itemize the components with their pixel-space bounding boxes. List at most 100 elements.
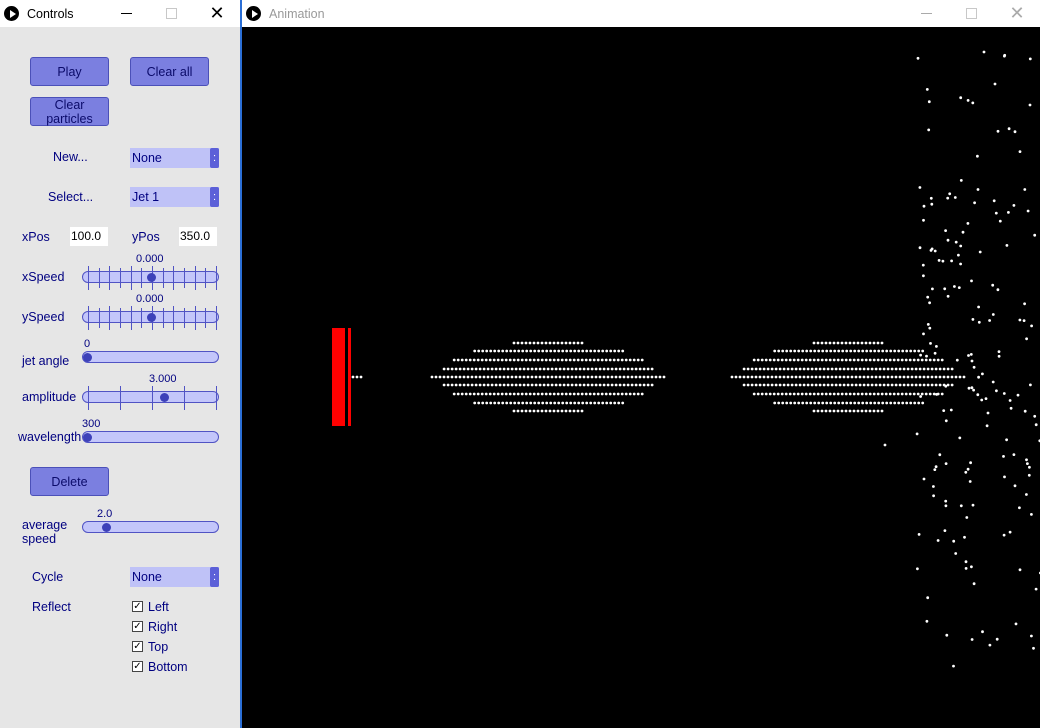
particle xyxy=(774,367,778,371)
particle xyxy=(584,358,588,362)
new-dropdown[interactable]: None : xyxy=(130,148,219,168)
particle xyxy=(485,349,489,353)
particle xyxy=(545,349,549,353)
particle xyxy=(466,375,470,379)
particle xyxy=(944,419,948,423)
minimize-icon[interactable] xyxy=(903,0,949,27)
clear-all-button[interactable]: Clear all xyxy=(130,57,209,86)
particle xyxy=(901,349,905,353)
particle xyxy=(626,367,630,371)
particle xyxy=(826,367,830,371)
particle xyxy=(522,367,526,371)
particle xyxy=(845,349,849,353)
particle xyxy=(841,401,845,405)
play-button[interactable]: Play xyxy=(30,57,109,86)
dropdown-handle-icon[interactable]: : xyxy=(210,567,219,587)
minimize-icon[interactable] xyxy=(103,0,149,27)
particle xyxy=(510,367,514,371)
particle xyxy=(530,383,534,387)
particle xyxy=(922,375,926,379)
particle xyxy=(785,401,789,405)
xspeed-slider[interactable] xyxy=(82,266,219,290)
particle xyxy=(636,358,640,362)
particle xyxy=(862,383,866,387)
particle xyxy=(596,358,600,362)
particle xyxy=(977,305,980,309)
particle xyxy=(838,375,842,379)
particle xyxy=(626,375,630,379)
particle xyxy=(618,375,622,379)
particle xyxy=(468,358,472,362)
particle xyxy=(890,367,894,371)
jet-angle-slider[interactable] xyxy=(82,351,219,363)
particle xyxy=(576,409,580,413)
close-icon[interactable]: ✕ xyxy=(994,0,1040,27)
particle xyxy=(1027,473,1031,477)
particle xyxy=(478,383,482,387)
particle xyxy=(930,375,934,379)
particle xyxy=(846,375,850,379)
particle xyxy=(991,283,995,287)
average-speed-slider[interactable] xyxy=(82,521,219,533)
particle xyxy=(938,375,942,379)
dropdown-handle-icon[interactable]: : xyxy=(210,187,219,207)
reflect-bottom-checkbox[interactable]: ✓ xyxy=(132,661,143,672)
particle xyxy=(534,383,538,387)
reflect-top-checkbox[interactable]: ✓ xyxy=(132,641,143,652)
delete-button[interactable]: Delete xyxy=(30,467,109,496)
particle xyxy=(909,401,913,405)
wavelength-slider[interactable] xyxy=(82,431,219,443)
particle xyxy=(957,286,961,289)
yspeed-slider[interactable] xyxy=(82,306,219,330)
average-speed-label: average speed xyxy=(22,518,68,546)
close-icon[interactable]: ✕ xyxy=(194,0,240,27)
particle xyxy=(557,401,561,405)
ypos-field[interactable]: 350.0 xyxy=(179,227,217,246)
particle xyxy=(967,386,971,390)
particle xyxy=(876,358,880,362)
maximize-icon[interactable] xyxy=(148,0,194,27)
particle xyxy=(558,375,562,379)
select-dropdown[interactable]: Jet 1 : xyxy=(130,187,219,207)
particle xyxy=(914,367,918,371)
particle xyxy=(814,367,818,371)
particle xyxy=(812,409,816,413)
slider-knob[interactable] xyxy=(83,433,92,442)
controls-titlebar[interactable]: Controls ✕ xyxy=(0,0,240,27)
particle xyxy=(986,411,990,415)
animation-canvas[interactable] xyxy=(242,27,1040,728)
slider-knob[interactable] xyxy=(83,353,92,362)
slider-knob[interactable] xyxy=(147,313,156,322)
jet-emitter[interactable] xyxy=(332,328,345,426)
slider-knob[interactable] xyxy=(159,393,169,402)
particle xyxy=(838,367,842,371)
particle xyxy=(902,375,906,379)
xpos-field[interactable]: 100.0 xyxy=(70,227,108,246)
particle xyxy=(774,383,778,387)
particle xyxy=(928,358,932,362)
clear-particles-button[interactable]: Clear particles xyxy=(30,97,109,126)
amplitude-slider[interactable] xyxy=(82,386,219,410)
particle xyxy=(548,392,552,396)
slider-tick xyxy=(130,266,132,290)
reflect-right-checkbox[interactable]: ✓ xyxy=(132,621,143,632)
cycle-dropdown[interactable]: None : xyxy=(130,567,219,587)
particle xyxy=(536,341,540,345)
particle xyxy=(842,367,846,371)
particle xyxy=(822,383,826,387)
particle xyxy=(586,383,590,387)
dropdown-handle-icon[interactable]: : xyxy=(210,148,219,168)
maximize-icon[interactable] xyxy=(948,0,994,27)
particle xyxy=(959,244,963,248)
particle xyxy=(997,354,1001,358)
particle xyxy=(454,375,458,379)
particle xyxy=(640,358,644,362)
particle xyxy=(764,358,768,362)
particle xyxy=(549,401,553,405)
particle xyxy=(524,409,528,413)
animation-titlebar[interactable]: Animation ✕ xyxy=(242,0,1040,27)
slider-knob[interactable] xyxy=(102,523,112,532)
particle xyxy=(816,341,820,345)
slider-knob[interactable] xyxy=(147,273,156,282)
reflect-left-checkbox[interactable]: ✓ xyxy=(132,601,143,612)
